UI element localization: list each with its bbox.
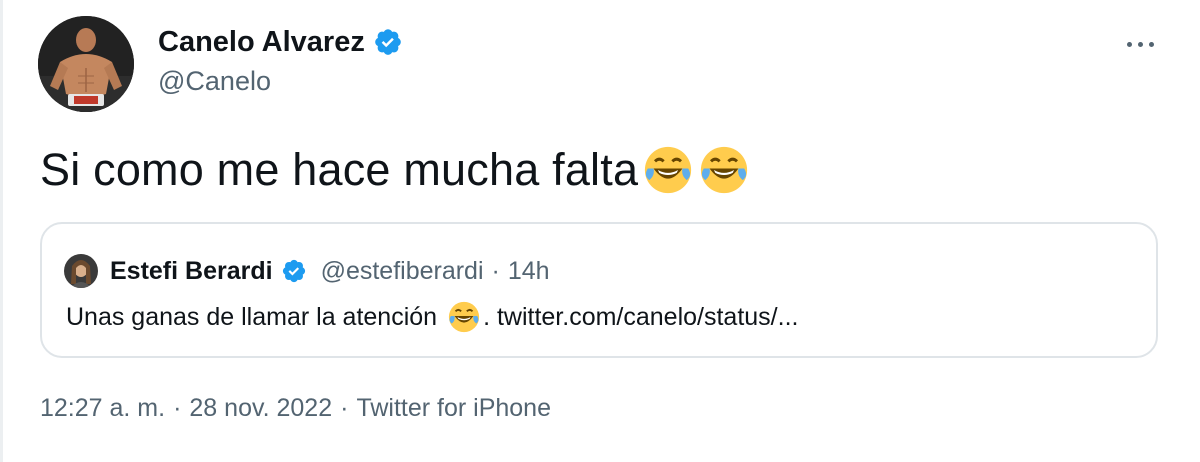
more-options-icon[interactable] <box>1118 30 1162 58</box>
quoted-tweet[interactable]: Estefi Berardi @estefiberardi · 14h Unas… <box>40 222 1158 358</box>
verified-badge-icon <box>375 29 401 55</box>
meta-separator: · <box>340 394 349 422</box>
author-avatar[interactable] <box>38 16 134 112</box>
quoted-link[interactable]: . twitter.com/canelo/status/... <box>483 303 798 332</box>
tweet-card: Canelo Alvarez @Canelo Si como me hace m… <box>0 0 1200 462</box>
author-handle[interactable]: @Canelo <box>158 66 271 97</box>
tweet-text: Si como me hace mucha falta <box>40 144 750 196</box>
tweet-source[interactable]: Twitter for iPhone <box>356 394 551 423</box>
author-display-name[interactable]: Canelo Alvarez <box>158 26 365 59</box>
quoted-text-content: Unas ganas de llamar la atención <box>66 302 438 331</box>
quoted-separator: · <box>491 256 500 285</box>
meta-separator: · <box>173 394 182 422</box>
quoted-tweet-header: Estefi Berardi @estefiberardi · 14h <box>64 254 550 288</box>
tweet-time[interactable]: 12:27 a. m. <box>40 394 165 423</box>
tweet-date[interactable]: 28 nov. 2022 <box>189 394 332 423</box>
verified-badge-icon <box>282 259 305 283</box>
quoted-timestamp[interactable]: 14h <box>508 257 550 286</box>
quoted-author-handle[interactable]: @estefiberardi <box>321 257 484 286</box>
tweet-text-content: Si como me hace mucha falta <box>40 144 639 195</box>
left-divider <box>0 0 3 462</box>
face-with-tears-of-joy-emoji <box>448 301 480 333</box>
quoted-author-name[interactable]: Estefi Berardi <box>110 257 273 286</box>
quoted-author-avatar[interactable] <box>64 254 98 288</box>
author-name-row: Canelo Alvarez <box>158 24 403 60</box>
face-with-tears-of-joy-emoji <box>701 146 748 194</box>
face-with-tears-of-joy-emoji <box>645 146 692 194</box>
quoted-tweet-text: Unas ganas de llamar la atención . twitt… <box>66 300 798 334</box>
tweet-metadata: 12:27 a. m. · 28 nov. 2022 · Twitter for… <box>40 394 551 423</box>
